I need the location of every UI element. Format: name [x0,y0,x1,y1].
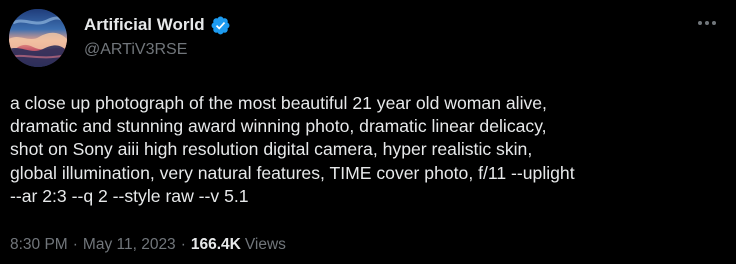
tweet-time[interactable]: 8:30 PM [10,235,68,255]
tweet-text: a close up photograph of the most beauti… [10,92,726,208]
separator-dot: · [180,236,186,253]
tweet-text-line: shot on Sony aiii high resolution digita… [10,139,533,160]
separator-dot: · [72,236,78,253]
tweet-date[interactable]: May 11, 2023 [83,235,176,255]
tweet-text-line: a close up photograph of the most beauti… [10,93,547,113]
author-handle[interactable]: @ARTiV3RSE [84,40,187,60]
tweet-metadata: 8:30 PM · May 11, 2023 · 166.4K Views [10,235,286,255]
tweet-text-line: dramatic and stunning award winning phot… [10,116,547,137]
avatar[interactable] [9,9,67,67]
tweet-text-line: global illumination, very natural featur… [10,162,575,183]
more-options-button[interactable] [690,12,724,34]
more-horizontal-icon [698,21,716,25]
views-count[interactable]: 166.4K [191,235,241,255]
verified-badge-icon[interactable] [210,15,231,36]
author-name-row: Artificial World [84,14,231,36]
author-display-name[interactable]: Artificial World [84,14,205,36]
tweet-card: Artificial World @ARTiV3RSE a close up p… [0,0,736,264]
views-label: Views [244,236,286,253]
tweet-text-line: --ar 2:3 --q 2 --style raw --v 5.1 [10,185,249,206]
avatar-image [9,9,67,67]
